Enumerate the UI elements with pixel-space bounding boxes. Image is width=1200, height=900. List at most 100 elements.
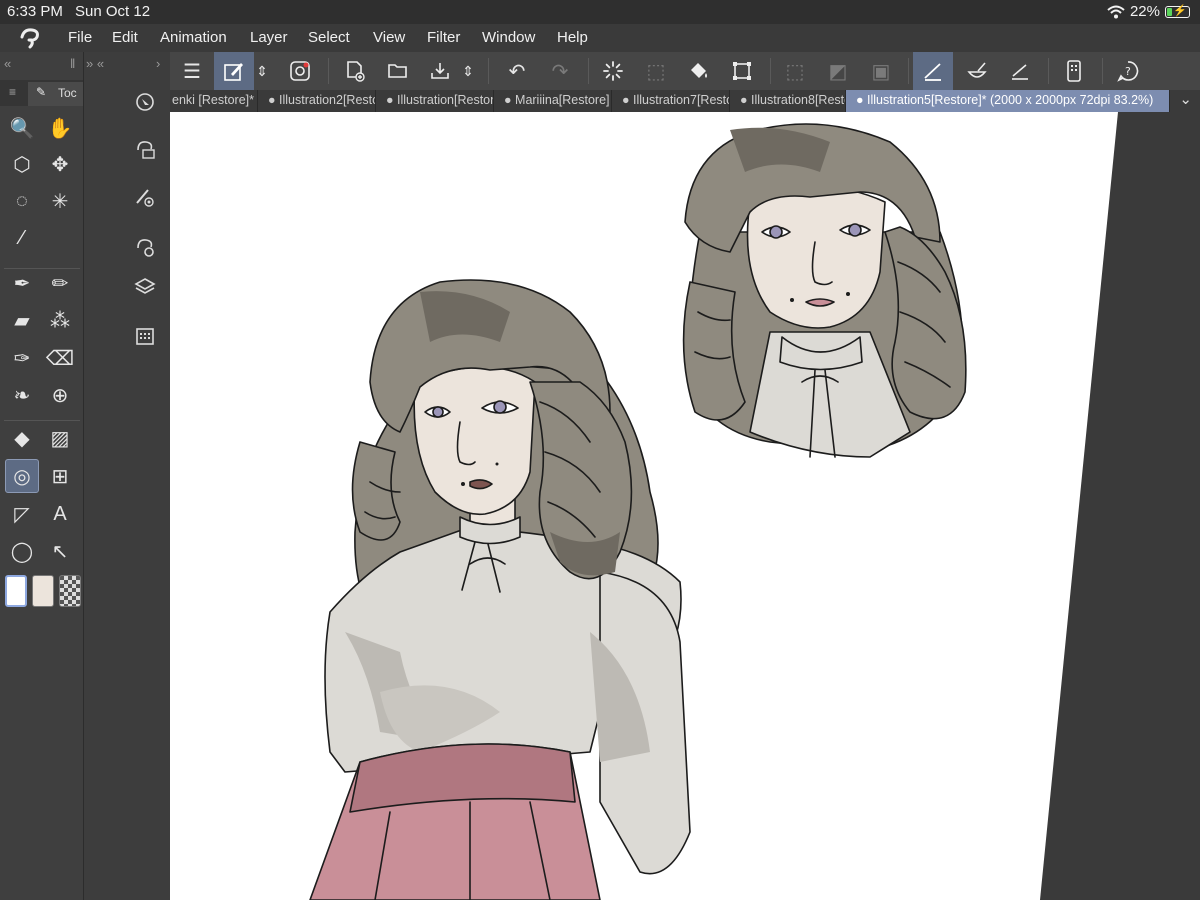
lasso-fill-icon[interactable]: ◎ [5,459,39,493]
palette-menu-icon[interactable]: ≡ [9,85,16,99]
transform-icon[interactable] [722,52,762,90]
hand-icon[interactable]: ✋ [43,111,77,145]
svg-text:?: ? [1125,65,1131,78]
canvas-svg[interactable] [170,112,1200,900]
deselect-icon[interactable]: ⬚ [775,52,815,90]
collapse-left-icon[interactable]: « [4,56,11,71]
menu-bar: File Edit Animation Layer Select View Fi… [0,24,1200,52]
menu-layer[interactable]: Layer [250,29,288,46]
move-icon[interactable]: ✥ [43,147,77,181]
doc-tab-label: Illustration7[Restore] [633,93,729,107]
menu-filter[interactable]: Filter [427,29,460,46]
loading-icon[interactable] [593,52,633,90]
expand-right-icon[interactable]: › [156,56,160,71]
palette-header: « ‖ [0,52,83,80]
doc-tab-label: Illustration5[Restore]* (2000 x 2000px 7… [867,93,1154,107]
snap-ruler-button[interactable] [913,52,953,90]
main-color-swatch[interactable] [5,575,27,607]
clear-selection-icon[interactable]: ⬚ [636,52,676,90]
layers-icon[interactable] [128,270,162,304]
stepper-icon[interactable]: ⇕ [456,52,480,90]
status-time: 6:33 PM [7,3,63,20]
separator [770,58,771,84]
doc-tab[interactable]: enki [Restore]* [170,90,258,112]
canvas-area[interactable] [170,112,1200,900]
zoom-icon[interactable]: 🔍 [5,111,39,145]
lasso-icon[interactable]: ◌ [5,184,39,218]
menu-window[interactable]: Window [482,29,535,46]
separator [1048,58,1049,84]
blend-icon[interactable]: ❧ [5,378,39,412]
menu-animation[interactable]: Animation [160,29,227,46]
brush-size-icon[interactable] [128,180,162,214]
transparent-color-swatch[interactable] [59,575,81,607]
eraser-icon[interactable]: ⌫ [43,341,77,375]
undo-icon[interactable]: ↶ [497,52,537,90]
sub-color-swatch[interactable] [32,575,54,607]
navigator-glyph-icon [136,93,154,111]
new-file-icon[interactable] [335,52,375,90]
airbrush-icon[interactable]: ⁂ [43,303,77,337]
help-icon[interactable]: ? [1108,52,1148,90]
doc-tab[interactable]: ● Illustration[Restore] [376,90,494,112]
side-header-icons[interactable]: » « [86,56,104,71]
gradient-icon[interactable]: ▨ [43,421,77,455]
decoration-icon[interactable]: ✑ [5,341,39,375]
tool-property-icon[interactable] [128,230,162,264]
doc-tab[interactable]: ● Mariiina[Restore] [494,90,612,112]
eyedropper-icon[interactable]: ⁄ [5,221,39,255]
palette-grip-icon[interactable]: ‖ [70,56,75,71]
marker-icon[interactable]: ▰ [5,303,39,337]
menu-hamburger-icon[interactable]: ☰ [172,52,212,90]
phone-glyph-icon [1067,60,1081,82]
invert-selection-icon[interactable]: ◩ [818,52,858,90]
doc-tab-active[interactable]: ● Illustration5[Restore]* (2000 x 2000px… [846,90,1170,112]
doc-tab[interactable]: ● Illustration2[Restore] [258,90,376,112]
navigator-icon[interactable] [128,85,162,119]
ruler-icon[interactable]: ◸ [5,497,39,531]
menu-view[interactable]: View [373,29,405,46]
tool-tab-label: Toc [58,86,77,100]
app-logo-icon[interactable] [18,27,42,49]
selection-border-icon[interactable]: ▣ [861,52,901,90]
pen-icon[interactable]: ✒ [5,266,39,300]
status-date: Sun Oct 12 [75,3,151,20]
separator [1102,58,1103,84]
redo-icon[interactable]: ↷ [540,52,580,90]
snap-grid-icon[interactable] [1000,52,1040,90]
menu-file[interactable]: File [68,29,92,46]
doc-tab[interactable]: ● Illustration8[Restore] [730,90,846,112]
sub-tool-detail-icon[interactable] [128,132,162,166]
tool-tab[interactable]: ✎ Toc [28,82,83,106]
new-doc-glyph-icon [347,61,365,82]
menu-help[interactable]: Help [557,29,588,46]
fill-bucket-icon[interactable] [679,52,719,90]
text-icon[interactable]: A [43,497,77,531]
magic-wand-icon[interactable]: ✳ [43,184,77,218]
menu-select[interactable]: Select [308,29,350,46]
frame-icon[interactable]: ⊞ [43,459,77,493]
balloon-icon[interactable]: ◯ [5,534,39,568]
palette-tab-row: ≡ ✎ Toc [0,80,83,106]
tool-separator [4,420,80,421]
open-folder-icon[interactable] [378,52,418,90]
fill-icon[interactable]: ◆ [5,421,39,455]
battery-icon: ⚡ [1165,4,1190,18]
doc-tab-label: Illustration[Restore] [397,93,494,107]
device-icon[interactable] [1054,52,1094,90]
material-icon[interactable] [128,319,162,353]
menu-edit[interactable]: Edit [112,29,138,46]
grid-icon[interactable]: ⊕ [43,378,77,412]
spiral-icon[interactable] [280,52,320,90]
charging-bolt-icon: ⚡ [1173,4,1187,17]
pencil-icon[interactable]: ✏ [43,266,77,300]
save-icon[interactable] [420,52,460,90]
correction-icon[interactable]: ↖ [43,534,77,568]
edit-tool-button[interactable] [214,52,254,90]
doc-tab[interactable]: ● Illustration7[Restore] [612,90,730,112]
tabs-dropdown-chevron-icon[interactable]: ⌄ [1179,90,1192,108]
snap-special-ruler-icon[interactable] [957,52,997,90]
stepper-icon[interactable]: ⇕ [250,52,274,90]
clip-studio-window: 6:33 PM Sun Oct 12 22% ⚡ File Edit Anima… [0,0,1200,900]
object-select-icon[interactable]: ⬡ [5,147,39,181]
